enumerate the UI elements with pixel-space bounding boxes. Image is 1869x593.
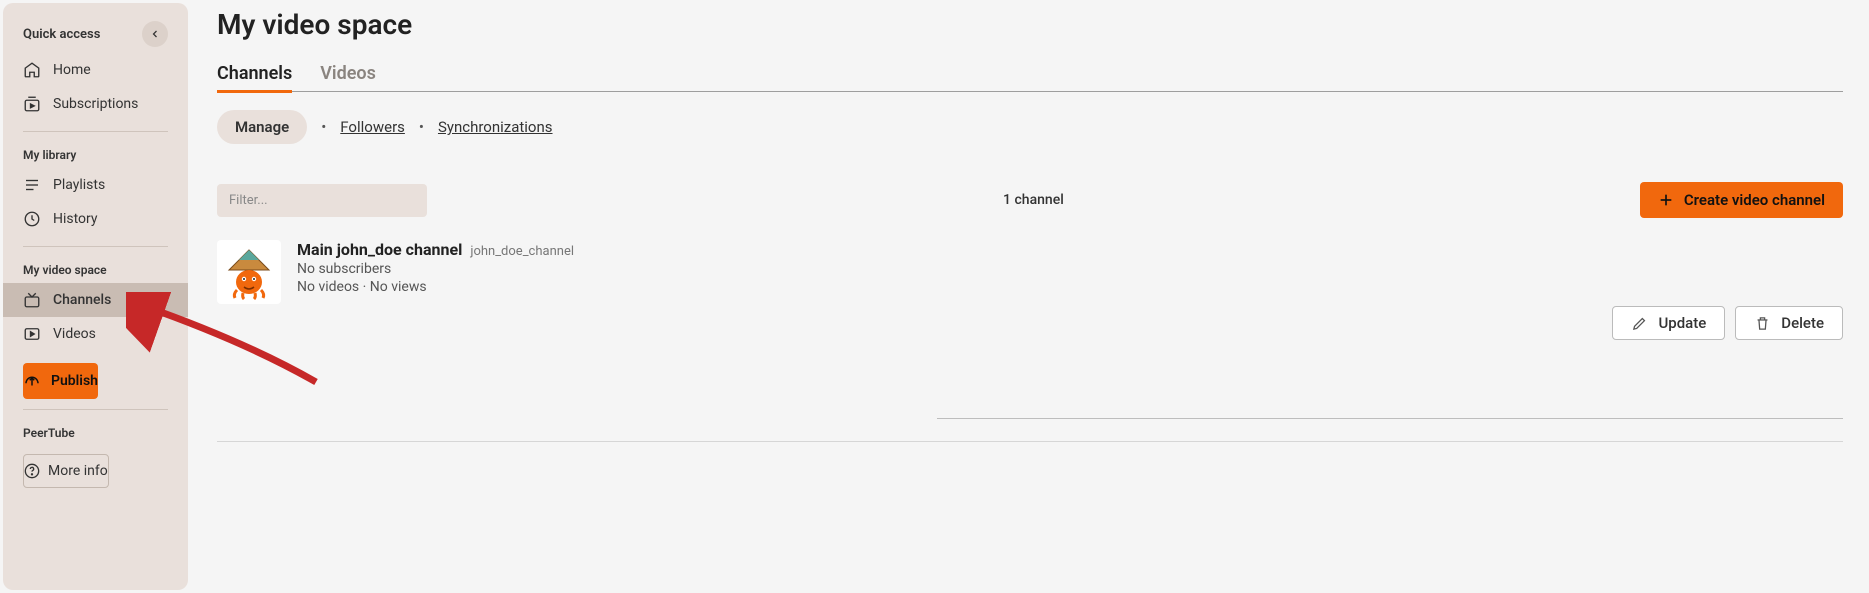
sidebar-item-label: History (53, 211, 98, 227)
subtab-followers[interactable]: Followers (340, 118, 405, 136)
tabs: Channels Videos (217, 63, 1843, 92)
channel-stats: No videos · No views (297, 279, 574, 295)
sidebar-item-label: Videos (53, 326, 96, 342)
more-info-button[interactable]: More info (23, 454, 109, 488)
sidebar-item-playlists[interactable]: Playlists (3, 168, 188, 202)
channel-subscribers: No subscribers (297, 261, 574, 277)
sidebar-item-label: Playlists (53, 177, 105, 193)
tab-videos[interactable]: Videos (320, 63, 376, 93)
filter-row: 1 channel Create video channel (217, 182, 1843, 218)
subscriptions-icon (23, 95, 41, 113)
sidebar-divider (23, 409, 168, 410)
sidebar-divider (23, 131, 168, 132)
upload-icon (23, 372, 41, 390)
sidebar-item-label: Subscriptions (53, 96, 138, 112)
trash-icon (1754, 315, 1771, 332)
home-icon (23, 61, 41, 79)
publish-label: Publish (51, 373, 98, 389)
delete-channel-button[interactable]: Delete (1735, 306, 1843, 340)
channel-card: Main john_doe channel john_doe_channel N… (217, 240, 1843, 419)
pencil-icon (1631, 315, 1648, 332)
publish-button[interactable]: Publish (23, 363, 98, 399)
update-label: Update (1658, 314, 1706, 332)
tab-channels[interactable]: Channels (217, 63, 292, 93)
sidebar-item-channels[interactable]: Channels (3, 283, 188, 317)
sidebar-section-my-library: My library (3, 142, 188, 168)
update-channel-button[interactable]: Update (1612, 306, 1725, 340)
channel-avatar[interactable] (217, 240, 281, 304)
sidebar-item-history[interactable]: History (3, 202, 188, 236)
channel-name[interactable]: Main john_doe channel (297, 240, 462, 259)
sidebar-item-home[interactable]: Home (3, 53, 188, 87)
sidebar-section-peertube: PeerTube (3, 420, 188, 446)
create-channel-button[interactable]: Create video channel (1640, 182, 1843, 218)
create-channel-label: Create video channel (1684, 191, 1825, 209)
subtab-separator: • (419, 118, 424, 136)
collapse-sidebar-button[interactable] (142, 21, 168, 47)
more-info-label: More info (48, 463, 108, 479)
channel-count: 1 channel (427, 192, 1640, 208)
main-content: My video space Channels Videos Manage • … (191, 0, 1869, 593)
question-icon (24, 463, 40, 479)
delete-label: Delete (1781, 314, 1824, 332)
sidebar: Quick access Home Subscriptions My libra… (3, 3, 188, 590)
sidebar-section-my-video-space: My video space (3, 257, 188, 283)
video-icon (23, 325, 41, 343)
plus-icon (1658, 192, 1674, 208)
subtabs: Manage • Followers • Synchronizations (217, 110, 1843, 144)
card-divider (937, 418, 1843, 419)
playlist-icon (23, 176, 41, 194)
subtab-manage[interactable]: Manage (217, 110, 307, 144)
sidebar-section-label: Quick access (23, 27, 100, 42)
channel-handle: john_doe_channel (470, 244, 574, 259)
sidebar-item-subscriptions[interactable]: Subscriptions (3, 87, 188, 121)
subtab-synchronizations[interactable]: Synchronizations (438, 118, 553, 136)
channel-actions: Update Delete (217, 306, 1843, 340)
bottom-divider (217, 441, 1843, 442)
page-title: My video space (217, 8, 1843, 41)
sidebar-divider (23, 246, 168, 247)
subtab-separator: • (321, 118, 326, 136)
tv-icon (23, 291, 41, 309)
sidebar-section-quick-access: Quick access (3, 15, 188, 53)
sidebar-item-label: Channels (53, 292, 111, 308)
channel-info: Main john_doe channel john_doe_channel N… (297, 240, 574, 304)
filter-input[interactable] (217, 184, 427, 217)
sidebar-item-videos[interactable]: Videos (3, 317, 188, 351)
history-icon (23, 210, 41, 228)
sidebar-item-label: Home (53, 62, 91, 78)
